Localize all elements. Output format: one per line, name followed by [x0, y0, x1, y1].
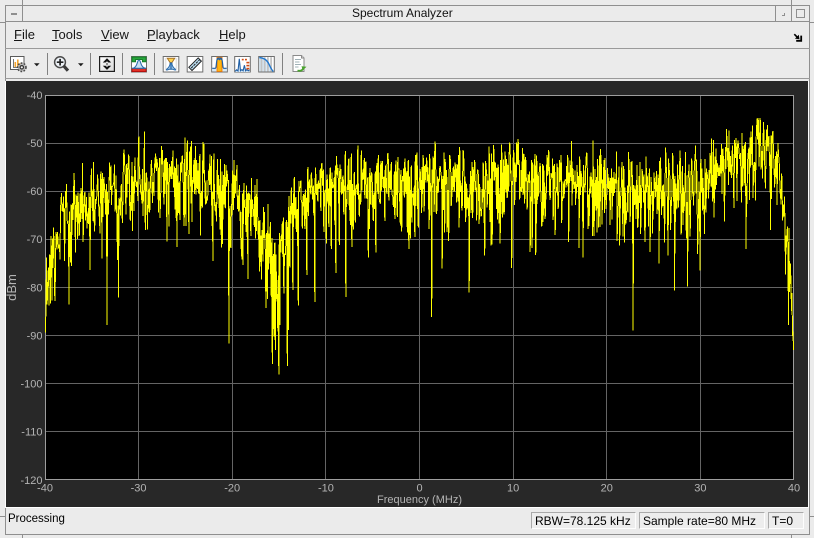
svg-text:-90: -90: [27, 330, 43, 342]
svg-text:-50: -50: [27, 138, 43, 150]
svg-text:-120: -120: [20, 475, 42, 487]
svg-text:20: 20: [601, 483, 613, 495]
svg-text:-10: -10: [318, 483, 334, 495]
svg-text:40: 40: [788, 483, 800, 495]
svg-text:-30: -30: [131, 483, 147, 495]
svg-text:-40: -40: [27, 90, 43, 102]
svg-text:-100: -100: [20, 379, 42, 391]
svg-text:dBm: dBm: [4, 274, 19, 301]
svg-text:-80: -80: [27, 282, 43, 294]
svg-text:-70: -70: [27, 234, 43, 246]
svg-text:10: 10: [507, 483, 519, 495]
svg-text:30: 30: [694, 483, 706, 495]
svg-text:-110: -110: [21, 427, 42, 439]
svg-text:Frequency (MHz): Frequency (MHz): [377, 494, 462, 506]
svg-text:-60: -60: [27, 186, 43, 198]
svg-text:0: 0: [416, 483, 422, 495]
svg-text:-20: -20: [224, 483, 240, 495]
